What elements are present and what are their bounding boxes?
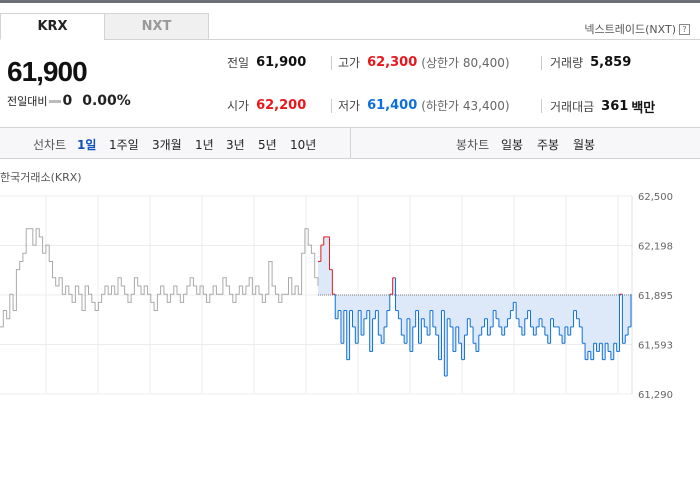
chart-title: 한국거래소(KRX) [0, 171, 82, 184]
period-1y[interactable]: 1년 [195, 136, 214, 153]
stat-prev-value: 61,900 [256, 55, 307, 70]
line-chart-label: 선차트 [33, 138, 67, 152]
stat-prev-label: 전일 [227, 56, 250, 70]
period-bar: 선차트 1일 1주일 3개월 1년 3년 5년 10년 봉차트 일봉 주봉 월봉 [0, 127, 700, 159]
candle-weekly[interactable]: 주봉 [537, 136, 559, 153]
series-current-area [318, 236, 631, 376]
candle-monthly[interactable]: 월봉 [573, 136, 595, 153]
stat-low-value: 61,400 [367, 98, 418, 113]
top-border [0, 0, 700, 3]
y-tick-label: 61,895 [638, 291, 673, 302]
candle-daily[interactable]: 일봉 [501, 136, 523, 153]
stat-separator [541, 99, 542, 113]
stat-prev: 전일 61,900 [227, 54, 306, 71]
period-10y[interactable]: 10년 [290, 136, 316, 153]
stat-amount-label: 거래대금 [550, 100, 595, 114]
candle-chart-label: 봉차트 [456, 138, 490, 152]
stat-open-value: 62,200 [256, 98, 307, 113]
y-tick-label: 62,500 [638, 192, 673, 203]
y-tick-label: 61,290 [638, 390, 673, 400]
flat-icon [49, 99, 62, 103]
stat-volume-label: 거래량 [550, 56, 584, 70]
current-price: 61,900 [7, 56, 88, 87]
stat-low: 저가 61,400 (하한가 43,400) [338, 97, 510, 114]
stat-separator [541, 56, 542, 70]
stat-high-value: 62,300 [367, 55, 418, 70]
nxt-link[interactable]: 넥스트레이드(NXT) ? [584, 21, 690, 37]
series-prev-line [0, 228, 319, 328]
nxt-link-label: 넥스트레이드(NXT) [584, 23, 676, 36]
stat-open: 시가 62,200 [227, 97, 306, 114]
help-icon[interactable]: ? [679, 23, 690, 35]
change-value: 0 [62, 93, 73, 109]
stat-open-label: 시가 [227, 99, 250, 113]
change-percent: 0.00% [82, 93, 131, 109]
stat-amount-unit: 백만 [631, 101, 656, 116]
period-3y[interactable]: 3년 [226, 136, 245, 153]
period-divider [350, 128, 351, 159]
y-tick-label: 62,198 [638, 242, 673, 253]
y-tick-labels: 62,500 62,198 61,895 61,593 61,290 [638, 192, 673, 400]
stat-lower-limit: (하한가 43,400) [421, 99, 510, 113]
tab-nxt[interactable]: NXT [104, 13, 209, 40]
period-3m[interactable]: 3개월 [152, 136, 182, 153]
stat-amount-value: 361 [601, 99, 629, 114]
stat-separator [331, 56, 332, 70]
price-chart[interactable]: 62,500 62,198 61,895 61,593 61,290 [0, 190, 700, 400]
stat-low-label: 저가 [338, 99, 361, 113]
stat-amount: 거래대금 361 백만 [550, 97, 655, 116]
period-5y[interactable]: 5년 [258, 136, 277, 153]
y-tick-label: 61,593 [638, 341, 673, 352]
period-1d[interactable]: 1일 [77, 136, 96, 153]
stat-volume-value: 5,859 [590, 55, 632, 70]
stat-high-label: 고가 [338, 56, 361, 70]
stat-high: 고가 62,300 (상한가 80,400) [338, 54, 510, 71]
stat-upper-limit: (상한가 80,400) [421, 56, 510, 70]
chart-areas [318, 236, 631, 376]
change-row: 전일대비 0 0.00% [7, 93, 131, 109]
change-label: 전일대비 [7, 95, 48, 108]
tab-krx[interactable]: KRX [0, 13, 105, 40]
stat-separator [331, 99, 332, 113]
tab-divider [209, 39, 700, 40]
stat-volume: 거래량 5,859 [550, 54, 631, 71]
period-1w[interactable]: 1주일 [109, 136, 139, 153]
